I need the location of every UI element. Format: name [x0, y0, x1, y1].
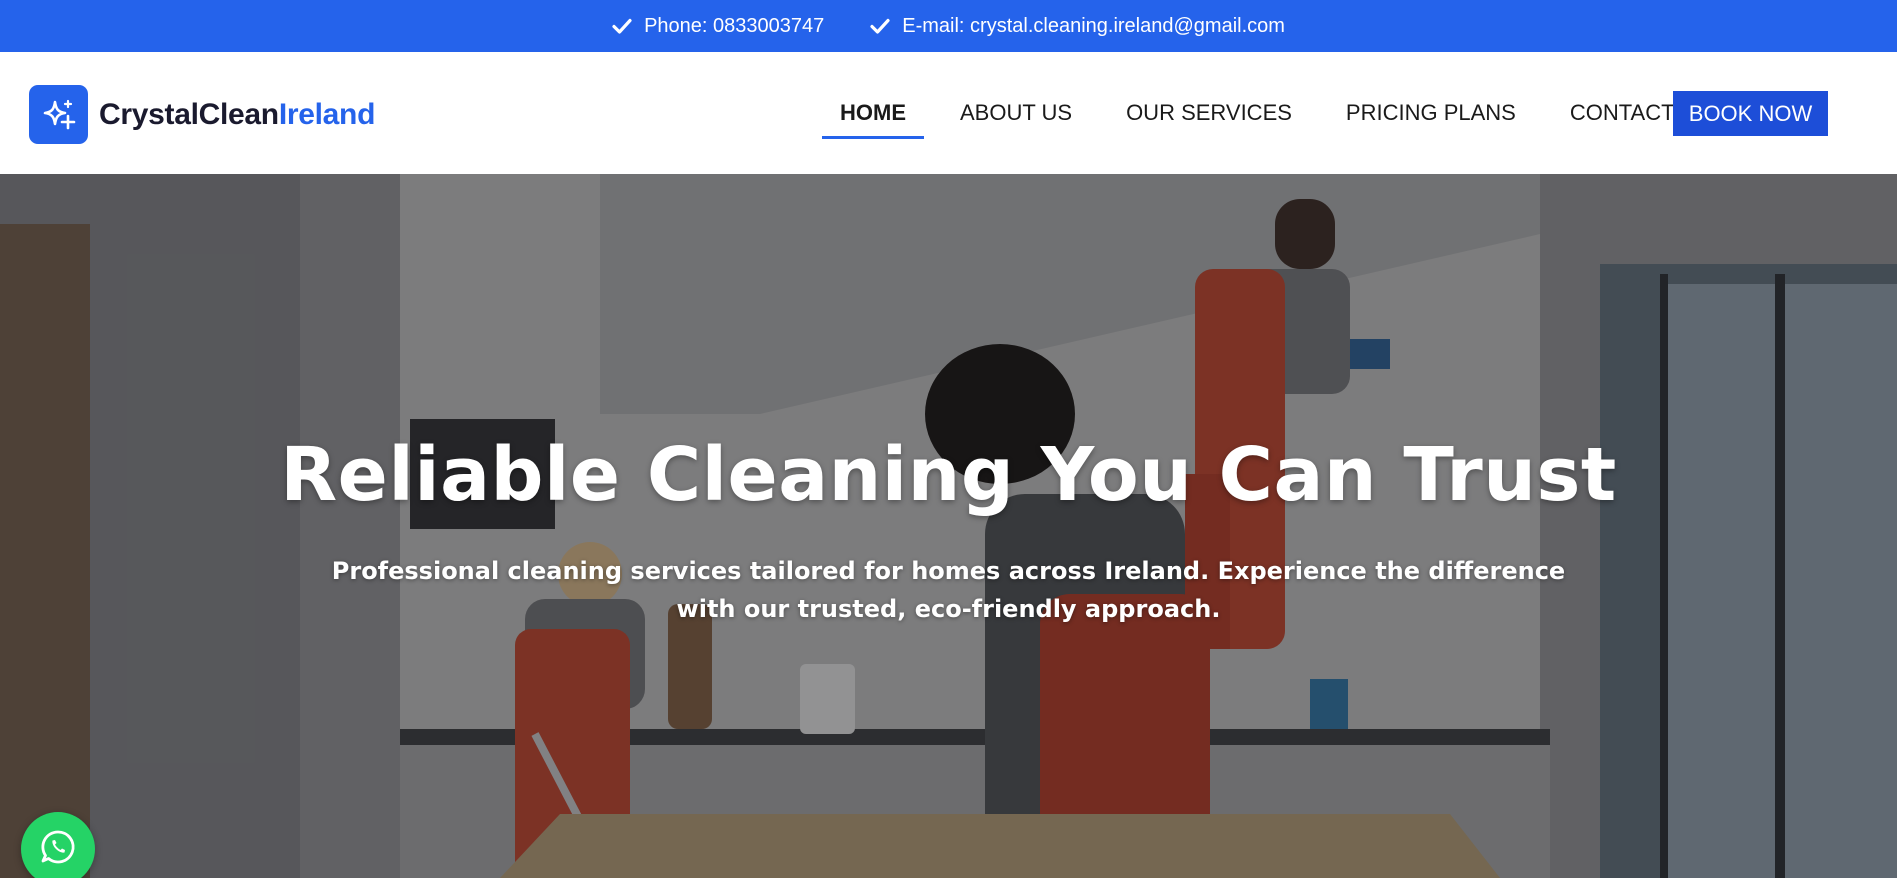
nav-item-home[interactable]: HOME	[822, 90, 924, 139]
book-now-button[interactable]: BOOK NOW	[1673, 91, 1828, 136]
logo-wordmark: CrystalCleanIreland	[99, 98, 375, 132]
sparkle-icon	[29, 85, 88, 144]
site-logo[interactable]: CrystalCleanIreland	[29, 85, 375, 144]
check-icon	[612, 16, 632, 36]
nav-item-about-us[interactable]: ABOUT US	[942, 90, 1090, 136]
whatsapp-icon	[39, 828, 77, 871]
phone-text: Phone: 0833003747	[644, 14, 825, 37]
check-icon	[870, 16, 890, 36]
email-contact[interactable]: E-mail: crystal.cleaning.ireland@gmail.c…	[870, 15, 1285, 38]
nav-item-contact[interactable]: CONTACT	[1552, 90, 1693, 136]
logo-name-accent: Ireland	[278, 97, 376, 131]
top-contact-bar: Phone: 0833003747 E-mail: crystal.cleani…	[0, 0, 1897, 52]
site-header: CrystalCleanIreland HOME ABOUT US OUR SE…	[0, 52, 1897, 174]
email-text: E-mail: crystal.cleaning.ireland@gmail.c…	[902, 14, 1285, 37]
nav-item-pricing-plans[interactable]: PRICING PLANS	[1328, 90, 1534, 136]
whatsapp-button[interactable]	[21, 812, 95, 878]
phone-contact[interactable]: Phone: 0833003747	[612, 15, 824, 38]
hero-section: Reliable Cleaning You Can Trust Professi…	[0, 174, 1897, 878]
hero-subtitle: Professional cleaning services tailored …	[331, 557, 1566, 623]
main-nav: HOME ABOUT US OUR SERVICES PRICING PLANS…	[822, 52, 1711, 174]
nav-item-our-services[interactable]: OUR SERVICES	[1108, 90, 1310, 136]
logo-name-primary: CrystalClean	[99, 97, 279, 131]
hero-content: Reliable Cleaning You Can Trust Professi…	[0, 432, 1897, 628]
hero-title: Reliable Cleaning You Can Trust	[280, 432, 1617, 518]
